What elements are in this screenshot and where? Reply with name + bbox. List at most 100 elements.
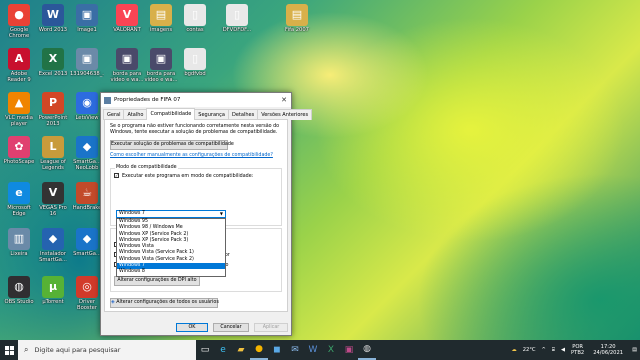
desktop-icon-label: Adobe Reader 9 [7,71,31,83]
dpi-settings-button[interactable]: Alterar configurações de DPI alto [114,276,200,286]
keyboard-label: PTB2 [571,350,585,356]
chrome-icon[interactable]: ● [250,340,268,360]
desktop-icon[interactable]: ◍ OBS Studio [2,276,36,305]
desktop-icon[interactable]: L League of Legends [36,136,70,171]
app-icon [104,96,111,104]
compat-mode-title: Modo de compatibilidade [115,165,178,170]
desktop-icon[interactable]: ▯ contas [178,4,212,33]
search-placeholder: Digite aqui para pesquisar [34,346,121,354]
app-icon: ▲ [8,92,30,114]
desktop-icon[interactable]: µ µTorrent [36,276,70,305]
windows-logo-icon [4,345,14,355]
desktop-icon[interactable]: W Word 2013 [36,4,70,33]
desktop-icon[interactable]: ▲ VLC media player [2,92,36,127]
desktop-icon[interactable]: A Adobe Reader 9 [2,48,36,83]
notification-icon[interactable]: ▤ [632,347,637,353]
edge-icon[interactable]: e [214,340,232,360]
app-icon: ✿ [8,136,30,158]
desktop-icon[interactable]: ◉ LetsView [70,92,104,121]
desktop-icon[interactable]: ◆ SmartGa... [70,228,104,257]
apply-button[interactable]: Aplicar [254,323,288,332]
file-explorer-icon[interactable]: ▰ [232,340,250,360]
desktop-icon[interactable]: ◆ SmartGa... NeoLobb [70,136,104,171]
photos-icon[interactable]: ▣ [340,340,358,360]
task-view-icon[interactable]: ▭ [196,340,214,360]
compatibility-panel: Se o programa não estiver funcionando co… [104,119,288,312]
app-icon: ● [8,4,30,26]
clock[interactable]: 17:20 24/06/2021 [593,344,623,356]
all-users-button[interactable]: ◈ Alterar configurações de todos os usuá… [110,298,219,308]
desktop-icon[interactable]: ▣ Image1 [70,4,104,33]
app-icon: ▯ [184,48,206,70]
store-icon[interactable]: ◼ [268,340,286,360]
desktop-icon[interactable]: e Microsoft Edge [2,182,36,217]
app-icon: ◎ [76,276,98,298]
desktop-icon-label: Google Chrome [8,27,30,39]
desktop-icon[interactable]: ◎ Driver Booster [70,276,104,311]
chevron-up-icon[interactable]: ^ [542,347,546,353]
compat-mode-dropdown: Windows 95 Windows 98 / Windows Me Windows… [116,218,226,277]
dialog-titlebar[interactable]: Propriedades de FIFA 07 ✕ [101,93,291,107]
desktop-icon[interactable]: ▤ Fifa 2007 [280,4,314,33]
shield-icon: ◈ [111,300,115,305]
desktop-icon-label: contas [186,27,204,33]
app-icon: ▤ [150,4,172,26]
volume-icon[interactable]: ◀ [561,347,565,353]
desktop-icon[interactable]: ▣ borda para video e wa... [144,48,178,83]
app-icon: ◆ [76,228,98,250]
manual-settings-link[interactable]: Como escolher manualmente as configuraçõ… [110,153,273,159]
compat-mode-checkbox[interactable]: ✓ [114,173,119,178]
app-icon: ▣ [150,48,172,70]
desktop-icon[interactable]: X Excel 2013 [36,48,70,77]
desktop-icon[interactable]: ✿ PhotoScape [2,136,36,165]
compat-mode-checkbox-row[interactable]: ✓ Executar este programa em modo de compa… [114,173,253,180]
temperature[interactable]: 22°C [523,347,536,353]
desktop-icon-label: OBS Studio [4,299,34,305]
desktop-icon-label: DFVDFDF... [222,27,252,33]
desktop-icon[interactable]: ▯ bgdfvbd [178,48,212,77]
clock-date: 24/06/2021 [593,350,624,356]
excel-icon[interactable]: X [322,340,340,360]
desktop-icon-label: VEGAS Pro 16 [39,205,67,217]
app-icon: X [42,48,64,70]
desktop-icon-label: Instalador SmartGa... [39,251,67,263]
taskbar-search[interactable]: ⌕ Digite aqui para pesquisar [18,340,196,360]
word-icon[interactable]: W [304,340,322,360]
desktop-icon[interactable]: P PowerPoint 2013 [36,92,70,127]
desktop-icon-label: Driver Booster [77,299,97,311]
mail-icon[interactable]: ✉ [286,340,304,360]
desktop-icon[interactable]: ▣ 131904638_... [70,48,104,77]
app-icon: V [42,182,64,204]
network-icon[interactable]: ⌸ [552,347,555,354]
weather-icon[interactable]: ☁ [512,347,517,353]
language-indicator[interactable]: POR PTB2 [571,344,584,356]
obs-icon[interactable]: ◍ [358,340,376,360]
app-icon: ▣ [76,4,98,26]
compat-mode-combobox[interactable]: Windows 7 ▼ [116,210,226,218]
tab-compatibilidade[interactable]: Compatibilidade [146,108,196,120]
start-button[interactable] [0,340,18,360]
desktop-icon[interactable]: ◆ Instalador SmartGa... [36,228,70,263]
desktop-icon[interactable]: ● Google Chrome [2,4,36,39]
desktop-icon-label: Excel 2013 [38,71,68,77]
close-icon[interactable]: ✕ [277,96,291,104]
desktop-icon[interactable]: ▣ borda para video e wa... [110,48,144,83]
desktop-icon[interactable]: ☕ HandBrake [70,182,104,211]
desktop-icon[interactable]: ▯ DFVDFDF... [220,4,254,33]
app-icon: ◆ [42,228,64,250]
app-icon: µ [42,276,64,298]
desktop-icon[interactable]: V VALORANT [110,4,144,33]
ok-button[interactable]: OK [176,323,208,332]
cancel-button[interactable]: Cancelar [213,323,249,332]
dropdown-option[interactable]: Windows 8 [117,269,225,275]
app-icon: ◆ [76,136,98,158]
desktop-icon-label: Lixeira [10,251,28,257]
desktop-icon[interactable]: ▤ imagens [144,4,178,33]
desktop-icon[interactable]: ▥ Lixeira [2,228,36,257]
desktop-icon[interactable]: V VEGAS Pro 16 [36,182,70,217]
desktop-icon-label: bgdfvbd [184,71,206,77]
desktop-icon-label: League of Legends [40,159,66,171]
desktop-icon-label: PowerPoint 2013 [38,115,68,127]
troubleshooter-button[interactable]: Executar solução de problemas de compati… [110,140,234,150]
app-icon: e [8,182,30,204]
